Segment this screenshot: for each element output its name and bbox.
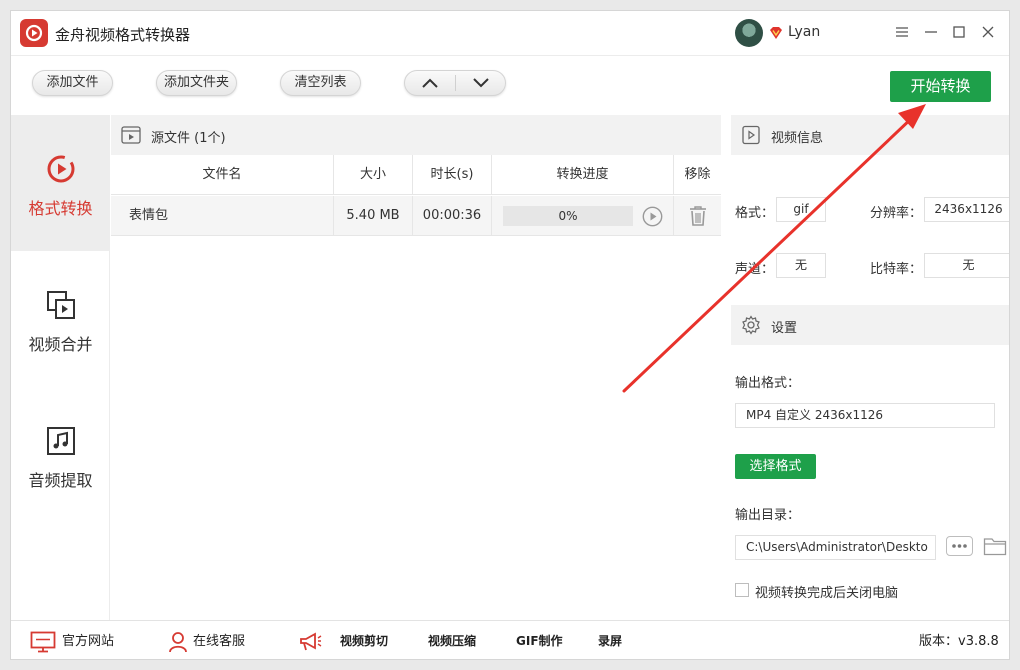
source-file-count: 源文件 (1个)	[151, 131, 226, 146]
output-format-field: MP4 自定义 2436x1126	[735, 403, 995, 428]
menu-icon[interactable]	[892, 22, 912, 42]
settings-title: 设置	[771, 321, 798, 336]
info-panel: 视频信息 格式： gif 分辨率： 2436x1126 声道： 无 比特率： 无…	[721, 115, 1009, 620]
version-text: 版本：v3.8.8	[919, 634, 999, 649]
add-folder-button[interactable]: 添加文件夹	[156, 70, 237, 96]
app-logo-icon	[20, 19, 48, 47]
play-icon[interactable]	[642, 206, 663, 227]
monitor-icon	[30, 631, 56, 653]
video-file-icon	[121, 126, 141, 144]
app-title: 金舟视频格式转换器	[55, 26, 191, 44]
output-dir-label: 输出目录：	[735, 508, 801, 523]
sidebar-item-audio-extract[interactable]: 音频提取	[11, 387, 110, 523]
clear-list-button[interactable]: 清空列表	[280, 70, 361, 96]
add-file-button[interactable]: 添加文件	[32, 70, 113, 96]
toolbar: 添加文件 添加文件夹 清空列表 开始转换	[11, 57, 1009, 115]
folder-icon[interactable]	[983, 536, 1007, 556]
column-header: 转换进度	[492, 155, 674, 195]
settings-header: 设置	[731, 305, 1009, 345]
merge-icon	[47, 291, 75, 319]
move-buttons	[404, 70, 506, 96]
format-value: gif	[776, 197, 826, 222]
username[interactable]: Lyan	[788, 24, 820, 40]
shutdown-checkbox[interactable]	[735, 583, 749, 597]
video-info-title: 视频信息	[771, 131, 824, 146]
resolution-value: 2436x1126	[924, 197, 1009, 222]
close-icon[interactable]	[978, 22, 998, 42]
vip-badge-icon	[770, 27, 782, 39]
title-bar: 金舟视频格式转换器 Lyan	[11, 11, 1009, 56]
source-header: 源文件 (1个)	[111, 115, 721, 155]
progress-bar: 0%	[503, 206, 633, 226]
screen-record-link[interactable]: 录屏	[598, 621, 622, 659]
output-format-label: 输出格式：	[735, 376, 801, 391]
sidebar-item-label: 格式转换	[28, 199, 93, 218]
video-cut-link[interactable]: 视频剪切	[340, 621, 388, 659]
gear-icon	[742, 315, 760, 335]
move-up-button[interactable]	[405, 71, 455, 95]
sidebar-item-format-convert[interactable]: 格式转换	[11, 115, 110, 251]
app-window: 金舟视频格式转换器 Lyan 添加文件 添加文件夹 清空列表 开始转换 格式转换…	[10, 10, 1010, 660]
user-icon	[169, 632, 187, 653]
sidebar-item-label: 视频合并	[28, 335, 93, 354]
footer: 官方网站 在线客服 视频剪切 视频压缩 GIF制作 录屏 版本：v3.8.8	[11, 620, 1009, 659]
choose-format-button[interactable]: 选择格式	[735, 454, 816, 479]
sidebar-item-video-merge[interactable]: 视频合并	[11, 251, 110, 387]
music-icon	[47, 427, 75, 455]
resolution-label: 分辨率：	[870, 206, 923, 221]
maximize-icon[interactable]	[949, 22, 969, 42]
column-header: 时长(s)	[413, 155, 492, 195]
chevron-down-icon	[473, 78, 489, 88]
chevron-up-icon	[422, 78, 438, 88]
start-convert-button[interactable]: 开始转换	[890, 71, 991, 102]
minimize-icon[interactable]	[921, 22, 941, 42]
bitrate-label: 比特率：	[870, 262, 923, 277]
video-compress-link[interactable]: 视频压缩	[428, 621, 476, 659]
file-duration: 00:00:36	[413, 196, 492, 236]
move-down-button[interactable]	[456, 71, 506, 95]
video-info-icon	[742, 125, 760, 145]
channel-label: 声道：	[735, 262, 775, 277]
channel-value: 无	[776, 253, 826, 278]
official-site-link[interactable]: 官方网站	[62, 621, 114, 659]
file-name: 表情包	[111, 196, 334, 236]
megaphone-icon	[300, 632, 322, 651]
table-row[interactable]: 表情包 5.40 MB 00:00:36 0%	[111, 196, 721, 236]
file-list-panel: 源文件 (1个) 文件名 大小 时长(s) 转换进度 移除 表情包 5.40 M…	[111, 115, 721, 620]
more-icon	[952, 544, 967, 548]
column-header: 文件名	[111, 155, 334, 195]
video-info-header: 视频信息	[731, 115, 1009, 155]
online-service-link[interactable]: 在线客服	[193, 621, 245, 659]
sidebar-item-label: 音频提取	[28, 471, 93, 490]
file-size: 5.40 MB	[334, 196, 413, 236]
shutdown-label: 视频转换完成后关闭电脑	[755, 586, 899, 601]
convert-icon	[47, 155, 75, 183]
trash-icon[interactable]	[688, 205, 708, 227]
browse-button[interactable]	[946, 536, 973, 556]
column-header: 大小	[334, 155, 413, 195]
gif-make-link[interactable]: GIF制作	[516, 621, 563, 659]
avatar[interactable]	[735, 19, 763, 47]
bitrate-value: 无	[924, 253, 1009, 278]
column-header: 移除	[684, 167, 711, 182]
format-label: 格式：	[735, 206, 775, 221]
output-dir-field[interactable]: C:\Users\Administrator\Deskto	[735, 535, 936, 560]
table-header: 文件名 大小 时长(s) 转换进度 移除	[111, 155, 721, 195]
sidebar: 格式转换 视频合并 音频提取	[11, 115, 110, 620]
